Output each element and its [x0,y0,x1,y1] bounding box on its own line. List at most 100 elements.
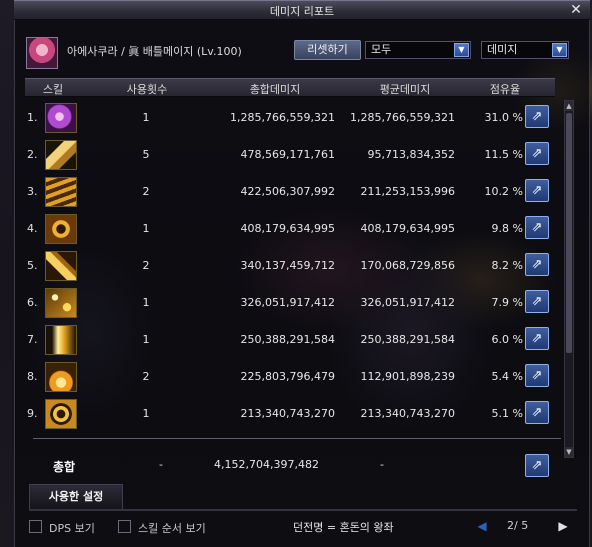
total-avg: - [380,458,384,471]
row-total: 213,340,743,270 [240,407,335,420]
row-count: 1 [142,333,150,346]
share-icon[interactable]: ⇗ [525,105,549,128]
column-header-skill: 스킬 [42,83,64,96]
filter-select-value: 모두 [371,43,392,56]
row-share: 10.2 % [484,185,523,198]
row-avg: 326,051,917,412 [360,296,455,309]
reset-button[interactable]: 리셋하기 [294,40,361,60]
sparkle-skill-icon [45,288,77,318]
scrollbar[interactable]: ▲ ▼ [564,100,574,458]
row-total: 326,051,917,412 [240,296,335,309]
circle-strike-skill-icon [45,399,77,429]
table-row: 7. 1 250,388,291,584 250,388,291,584 6.0… [25,322,555,359]
prev-page-icon[interactable]: ◀ [475,519,489,533]
row-share: 8.2 % [491,259,523,272]
total-label: 총합 [53,460,76,474]
row-share: 5.1 % [491,407,523,420]
share-icon[interactable]: ⇗ [525,401,549,424]
chevron-down-icon[interactable]: ▼ [454,43,469,57]
row-rank: 2. [27,148,38,161]
row-avg: 170,068,729,856 [360,259,455,272]
total-divider [33,438,561,439]
row-count: 2 [142,259,150,272]
skill-order-checkbox[interactable] [118,520,131,533]
row-avg: 1,285,766,559,321 [350,111,455,124]
report-header: 아에사쿠라 / 眞 배틀메이지 (Lv.100) 리셋하기 모두 ▼ 데미지 ▼ [15,20,591,72]
share-icon[interactable]: ⇗ [525,179,549,202]
filter-select[interactable]: 모두 ▼ [365,41,471,59]
next-page-icon[interactable]: ▶ [556,519,570,533]
share-icon[interactable]: ⇗ [525,142,549,165]
row-rank: 8. [27,370,38,383]
settings-divider [29,509,577,511]
row-avg: 211,253,153,996 [360,185,455,198]
row-count: 1 [142,222,150,235]
scrollbar-thumb[interactable] [566,113,572,353]
row-avg: 213,340,743,270 [360,407,455,420]
column-header-avg: 평균데미지 [379,83,431,96]
report-footer: DPS 보기 스킬 순서 보기 던전명 = 혼돈의 왕좌 ◀ 2/ 5 ▶ [15,515,591,547]
row-avg: 250,388,291,584 [360,333,455,346]
purple-spark-skill-icon [45,103,77,133]
share-icon[interactable]: ⇗ [525,290,549,313]
row-rank: 9. [27,407,38,420]
table-row: 3. 2 422,506,307,992 211,253,153,996 10.… [25,174,555,211]
row-total: 340,137,459,712 [240,259,335,272]
row-count: 1 [142,296,150,309]
share-icon[interactable]: ⇗ [525,327,549,350]
row-avg: 112,901,898,239 [360,370,455,383]
row-count: 1 [142,407,150,420]
row-total: 250,388,291,584 [240,333,335,346]
row-count: 2 [142,185,150,198]
share-icon[interactable]: ⇗ [525,253,549,276]
share-icon[interactable]: ⇗ [525,216,549,239]
damage-report-window: 데미지 리포트 ✕ 아에사쿠라 / 眞 배틀메이지 (Lv.100) 리셋하기 … [14,0,590,547]
type-select-value: 데미지 [487,43,518,56]
table-row: 4. 1 408,179,634,995 408,179,634,995 9.8… [25,211,555,248]
scroll-down-icon[interactable]: ▼ [565,447,573,457]
row-rank: 1. [27,111,38,124]
row-rank: 3. [27,185,38,198]
table-row: 1. 1 1,285,766,559,321 1,285,766,559,321… [25,100,555,137]
row-rank: 4. [27,222,38,235]
tab-used-settings[interactable]: 사용한 설정 [29,484,123,510]
close-icon[interactable]: ✕ [568,2,584,18]
table-row: 5. 2 340,137,459,712 170,068,729,856 8.2… [25,248,555,285]
skill-rows: 1. 1 1,285,766,559,321 1,285,766,559,321… [25,100,555,430]
row-share: 9.8 % [491,222,523,235]
lightning-skill-icon [45,325,77,355]
skill-order-label: 스킬 순서 보기 [138,522,206,535]
dps-checkbox[interactable] [29,520,42,533]
column-header-total: 총합데미지 [249,83,301,96]
window-titlebar[interactable]: 데미지 리포트 ✕ [14,0,590,20]
row-share: 6.0 % [491,333,523,346]
row-total: 478,569,171,761 [240,148,335,161]
row-share: 31.0 % [484,111,523,124]
row-total: 225,803,796,479 [240,370,335,383]
share-icon[interactable]: ⇗ [525,364,549,387]
row-count: 1 [142,111,150,124]
row-rank: 7. [27,333,38,346]
type-select[interactable]: 데미지 ▼ [481,41,569,59]
table-row: 9. 1 213,340,743,270 213,340,743,270 5.1… [25,396,555,433]
column-header-share: 점유율 [489,83,521,96]
column-header-count: 사용횟수 [126,83,168,96]
table-row: 8. 2 225,803,796,479 112,901,898,239 5.4… [25,359,555,396]
row-total: 1,285,766,559,321 [230,111,335,124]
report-panel: 아에사쿠라 / 眞 배틀메이지 (Lv.100) 리셋하기 모두 ▼ 데미지 ▼… [14,20,590,547]
triple-strike-skill-icon [45,177,77,207]
table-header: 스킬 사용횟수 총합데미지 평균데미지 점유율 [25,78,555,97]
scroll-up-icon[interactable]: ▲ [565,101,573,111]
character-label: 아에사쿠라 / 眞 배틀메이지 (Lv.100) [67,45,242,58]
page-indicator: 2/ 5 [507,519,529,532]
chevron-down-icon[interactable]: ▼ [552,43,567,57]
share-icon[interactable]: ⇗ [525,454,549,477]
total-row: 총합 - 4,152,704,397,482 - ⇗ [25,448,555,478]
row-share: 7.9 % [491,296,523,309]
row-rank: 5. [27,259,38,272]
total-count: - [159,458,163,471]
row-count: 2 [142,370,150,383]
row-count: 5 [142,148,150,161]
table-row: 6. 1 326,051,917,412 326,051,917,412 7.9… [25,285,555,322]
club-swing-skill-icon [45,140,77,170]
